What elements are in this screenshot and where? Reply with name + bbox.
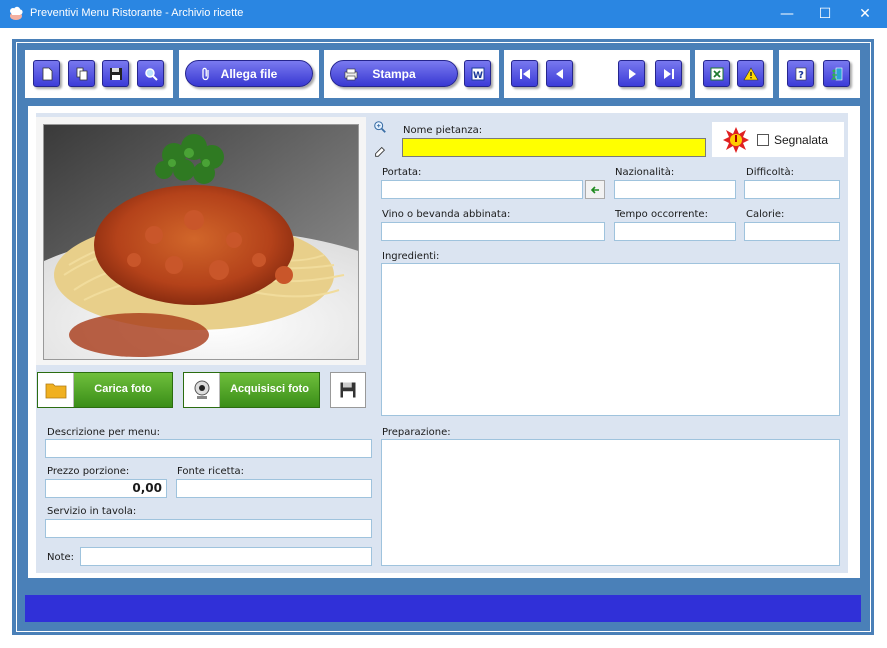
descrizione-label: Descrizione per menu:	[47, 427, 160, 438]
nome-pietanza-label: Nome pietanza:	[403, 125, 483, 136]
ingredienti-textarea[interactable]	[381, 263, 840, 416]
load-photo-label: Carica foto	[94, 383, 152, 395]
prezzo-label: Prezzo porzione:	[47, 466, 130, 477]
save-record-button[interactable]	[102, 60, 129, 87]
acquire-photo-button[interactable]: Acquisisci foto	[183, 372, 320, 408]
print-button[interactable]: Stampa	[330, 60, 458, 87]
arrow-left-icon	[555, 68, 563, 79]
title-bar: Preventivi Menu Ristorante - Archivio ri…	[0, 0, 887, 28]
export-excel-button[interactable]	[703, 60, 730, 87]
calorie-label: Calorie:	[746, 209, 785, 220]
floppy-disk-icon	[340, 382, 356, 398]
exit-door-icon	[830, 67, 842, 80]
toolbar-print-group: Stampa W	[324, 50, 499, 98]
help-button[interactable]: ?	[787, 60, 814, 87]
vino-input[interactable]	[381, 222, 605, 241]
descrizione-input[interactable]	[45, 439, 372, 458]
portata-select-button[interactable]	[585, 180, 605, 199]
ingredienti-label: Ingredienti:	[382, 251, 440, 262]
status-bar	[25, 595, 861, 622]
portata-input[interactable]	[381, 180, 583, 199]
toolbar-file-group	[25, 50, 173, 98]
segnalata-label: Segnalata	[774, 133, 829, 147]
servizio-input[interactable]	[45, 519, 372, 538]
preparazione-label: Preparazione:	[382, 427, 451, 438]
acquire-photo-icon-box	[184, 373, 220, 407]
prezzo-input[interactable]: 0,00	[45, 479, 167, 498]
maximize-button[interactable]: ☐	[805, 0, 845, 28]
vino-label: Vino o bevanda abbinata:	[382, 209, 511, 220]
tempo-label: Tempo occorrente:	[615, 209, 708, 220]
nazionalita-label: Nazionalità:	[615, 167, 675, 178]
fonte-input[interactable]	[176, 479, 372, 498]
load-photo-icon-box	[38, 373, 74, 407]
warning-icon	[742, 66, 759, 80]
segnalata-checkbox[interactable]	[757, 134, 769, 146]
toolbar-help-group: ?	[779, 50, 860, 98]
folder-icon	[45, 383, 66, 399]
toolbar-attach-group: Allega file	[179, 50, 319, 98]
attach-file-label: Allega file	[220, 67, 278, 81]
close-button[interactable]: ✕	[845, 0, 885, 28]
acquire-photo-label: Acquisisci foto	[230, 383, 309, 395]
nome-pietanza-input[interactable]	[402, 138, 706, 157]
portata-label: Portata:	[382, 167, 422, 178]
copy-icon	[76, 67, 87, 80]
new-document-icon	[42, 67, 52, 80]
zoom-in-icon[interactable]	[373, 120, 387, 134]
toolbar-navigation-group	[504, 50, 690, 98]
preparazione-textarea[interactable]	[381, 439, 840, 566]
fonte-label: Fonte ricetta:	[177, 466, 244, 477]
app-chef-icon	[10, 6, 23, 20]
skip-first-icon	[519, 68, 530, 79]
print-label: Stampa	[372, 67, 416, 81]
tempo-input[interactable]	[614, 222, 736, 241]
first-record-button[interactable]	[511, 60, 538, 87]
note-label: Note:	[47, 552, 75, 563]
new-record-button[interactable]	[33, 60, 60, 87]
last-record-button[interactable]	[655, 60, 682, 87]
export-word-button[interactable]: W	[464, 60, 491, 87]
exit-button[interactable]	[823, 60, 850, 87]
servizio-label: Servizio in tavola:	[47, 506, 137, 517]
duplicate-record-button[interactable]	[68, 60, 95, 87]
search-button[interactable]	[137, 60, 164, 87]
arrow-right-icon	[628, 68, 636, 79]
window-title: Preventivi Menu Ristorante - Archivio ri…	[30, 7, 244, 19]
attach-file-button[interactable]: Allega file	[185, 60, 313, 87]
arrow-left-icon	[590, 185, 599, 194]
spaghetti-photo-illustration	[44, 125, 358, 359]
skip-last-icon	[663, 68, 674, 79]
segnalata-box: Segnalata	[712, 122, 844, 157]
next-record-button[interactable]	[618, 60, 645, 87]
nazionalita-input[interactable]	[614, 180, 736, 199]
toolbar-export-group	[695, 50, 773, 98]
webcam-icon	[194, 380, 209, 399]
svg-text:?: ?	[798, 70, 804, 81]
save-photo-button[interactable]	[330, 372, 366, 408]
floppy-disk-icon	[109, 67, 122, 80]
note-input[interactable]	[80, 547, 372, 566]
excel-icon	[710, 67, 723, 80]
difficolta-input[interactable]	[744, 180, 840, 199]
dish-photo	[43, 124, 359, 360]
flag-burst-icon	[723, 127, 749, 153]
previous-record-button[interactable]	[546, 60, 573, 87]
alert-button[interactable]	[737, 60, 764, 87]
help-icon: ?	[795, 67, 806, 81]
load-photo-button[interactable]: Carica foto	[37, 372, 173, 408]
svg-text:W: W	[473, 71, 483, 81]
difficolta-label: Difficoltà:	[746, 167, 794, 178]
magnifier-icon	[144, 67, 158, 81]
eraser-icon[interactable]	[373, 144, 387, 158]
calorie-input[interactable]	[744, 222, 840, 241]
minimize-button[interactable]: —	[767, 0, 807, 28]
word-document-icon: W	[471, 67, 484, 81]
